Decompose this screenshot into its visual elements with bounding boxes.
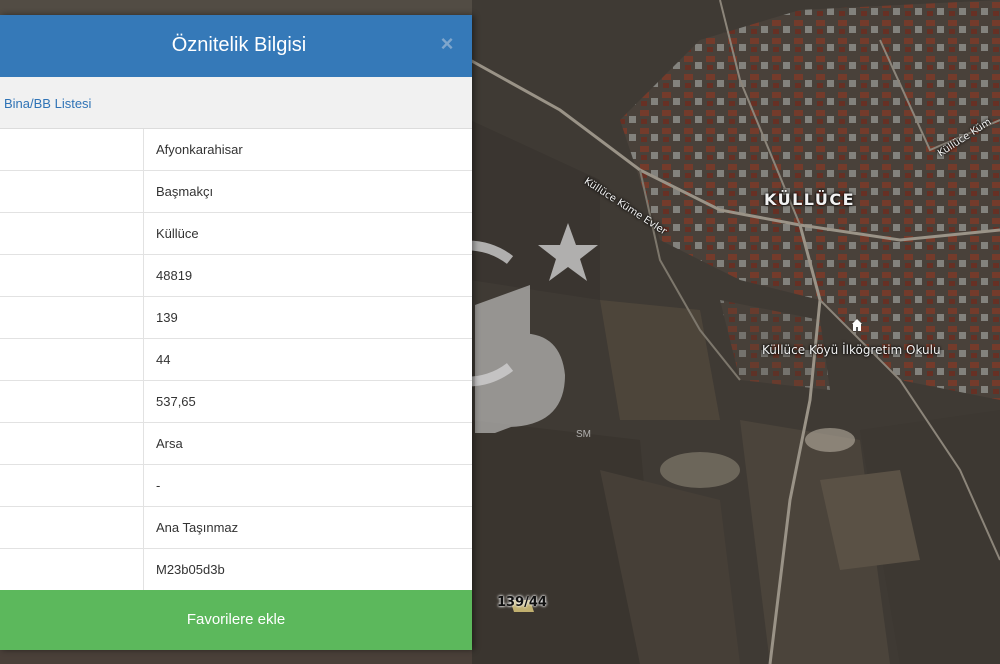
attribute-key: [0, 506, 144, 549]
attribute-value: 139: [143, 296, 472, 339]
attribute-info-panel: Öznitelik Bilgisi × Bina/BB Listesi Afyo…: [0, 15, 472, 650]
attribute-key: [0, 422, 144, 465]
school-label: Küllüce Köyü İlkögretim Okulu: [762, 343, 941, 357]
attribute-key: [0, 170, 144, 213]
parcel-label[interactable]: 139/44: [497, 595, 547, 610]
table-row: Başmakçı: [0, 170, 472, 213]
attribute-table: Afyonkarahisar Başmakçı Küllüce 48819 139 44 5…: [0, 129, 472, 591]
map-edge-strip: [0, 0, 472, 15]
table-row: Arsa: [0, 422, 472, 465]
attribute-key: [0, 380, 144, 423]
attribute-key: [0, 548, 144, 591]
table-row: Afyonkarahisar: [0, 129, 472, 171]
attribute-value: Başmakçı: [143, 170, 472, 213]
attribute-key: [0, 296, 144, 339]
table-row: 139: [0, 296, 472, 339]
attribute-value: Küllüce: [143, 212, 472, 255]
attribute-key: [0, 464, 144, 507]
table-row: 44: [0, 338, 472, 381]
attribute-value: M23b05d3b: [143, 548, 472, 591]
table-row: Küllüce: [0, 212, 472, 255]
attribute-key: [0, 338, 144, 381]
school-icon: [852, 319, 862, 331]
attribute-value: -: [143, 464, 472, 507]
panel-title: Öznitelik Bilgisi: [171, 34, 307, 56]
panel-header: Öznitelik Bilgisi ×: [0, 15, 472, 77]
table-row: 48819: [0, 254, 472, 297]
attribute-value: Afyonkarahisar: [143, 129, 472, 171]
attribute-value: Ana Taşınmaz: [143, 506, 472, 549]
table-row: -: [0, 464, 472, 507]
attribute-value: 537,65: [143, 380, 472, 423]
close-icon[interactable]: ×: [438, 33, 456, 55]
attribute-value: 44: [143, 338, 472, 381]
attribute-key: [0, 254, 144, 297]
table-row: M23b05d3b: [0, 548, 472, 591]
building-list-link[interactable]: Bina/BB Listesi: [4, 96, 91, 111]
town-label: KÜLLÜCE: [764, 190, 856, 209]
attribute-key: [0, 129, 144, 171]
map-edge-strip: [0, 650, 472, 664]
add-to-favorites-button[interactable]: Favorilere ekle: [0, 590, 472, 650]
table-row: 537,65: [0, 380, 472, 423]
list-bar: Bina/BB Listesi: [0, 77, 472, 129]
table-row: Ana Taşınmaz: [0, 506, 472, 549]
attribute-key: [0, 212, 144, 255]
attribute-value: Arsa: [143, 422, 472, 465]
attribute-value: 48819: [143, 254, 472, 297]
